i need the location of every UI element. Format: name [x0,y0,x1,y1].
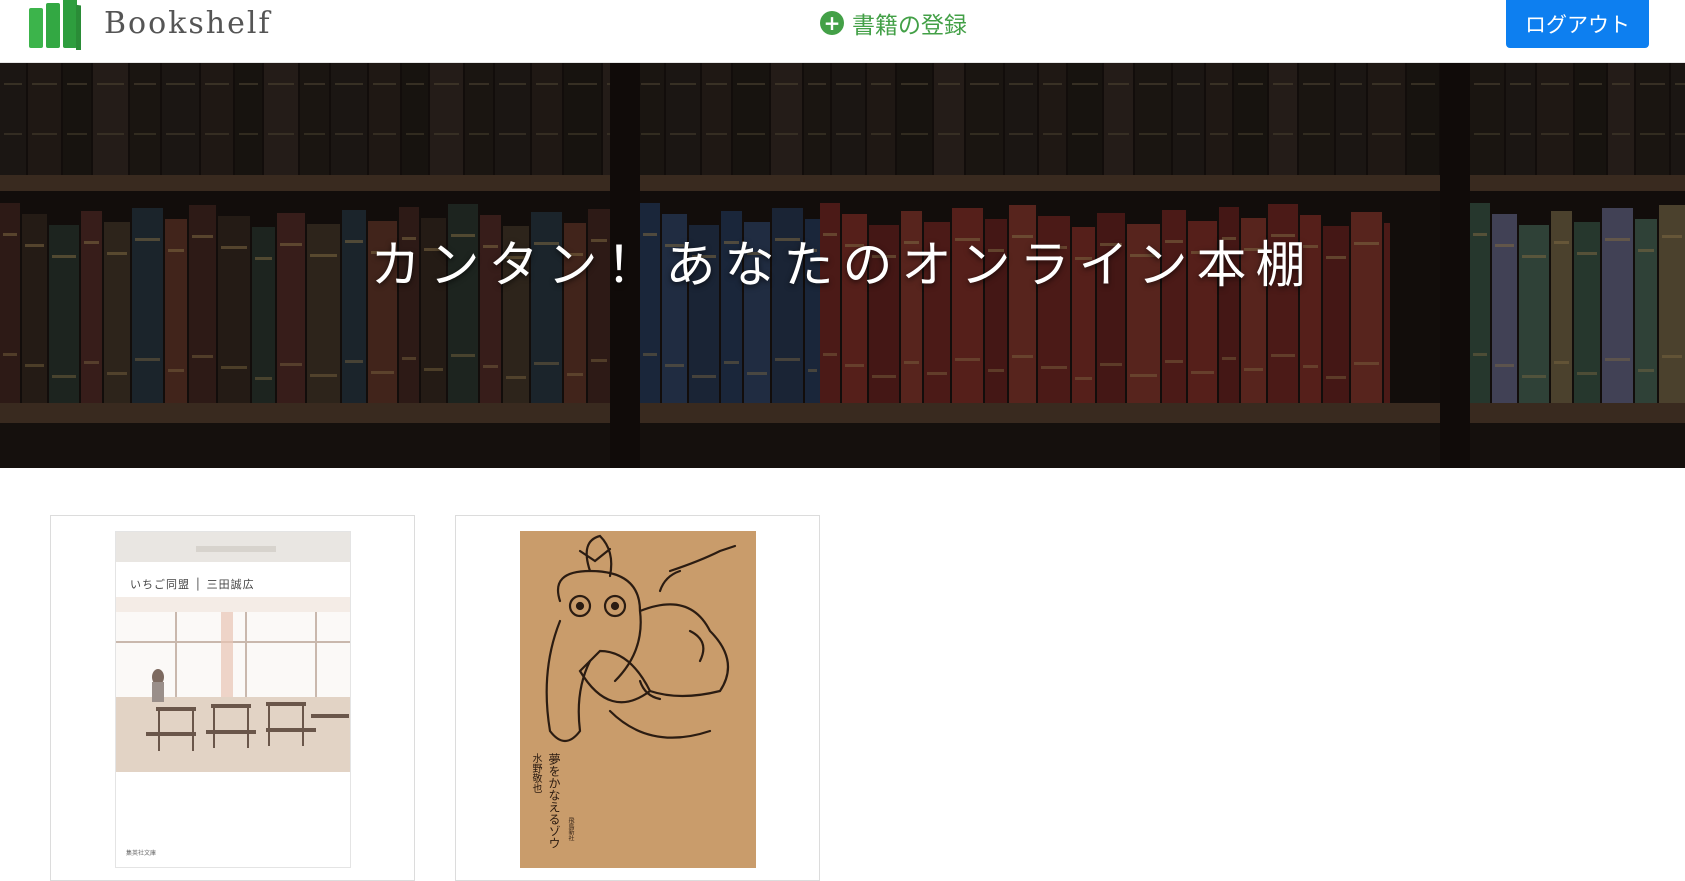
cover-title: いちご同盟 │ 三田誠広 [130,578,255,591]
top-navbar: Bookshelf + 書籍の登録 ログアウト [0,0,1685,63]
logout-button[interactable]: ログアウト [1506,0,1649,48]
hero-banner: カンタン！あなたのオンライン本棚 [0,63,1685,468]
site-logo[interactable]: Bookshelf [28,0,272,50]
book-cover-image[interactable]: 夢をかなえるゾウ 水野敬也 飛鳥新社 [520,531,756,868]
cover-author: 水野敬也 [530,753,541,793]
book-card[interactable]: 夢をかなえるゾウ 水野敬也 飛鳥新社 [455,515,820,881]
cover-publisher: 飛鳥新社 [567,817,574,841]
book-card[interactable]: いちご同盟 │ 三田誠広 集英社文庫 [50,515,415,881]
cover-publisher: 集英社文庫 [126,850,157,857]
register-book-label: 書籍の登録 [852,13,967,39]
register-book-link[interactable]: + 書籍の登録 [820,6,967,40]
cover-title: 夢をかなえるゾウ [547,753,561,849]
books-icon [29,0,81,50]
plus-circle-icon: + [820,11,844,35]
hero-title: カンタン！あなたのオンライン本棚 [370,235,1315,294]
logo-text: Bookshelf [104,5,272,41]
book-cover-image[interactable]: いちご同盟 │ 三田誠広 集英社文庫 [115,531,351,868]
